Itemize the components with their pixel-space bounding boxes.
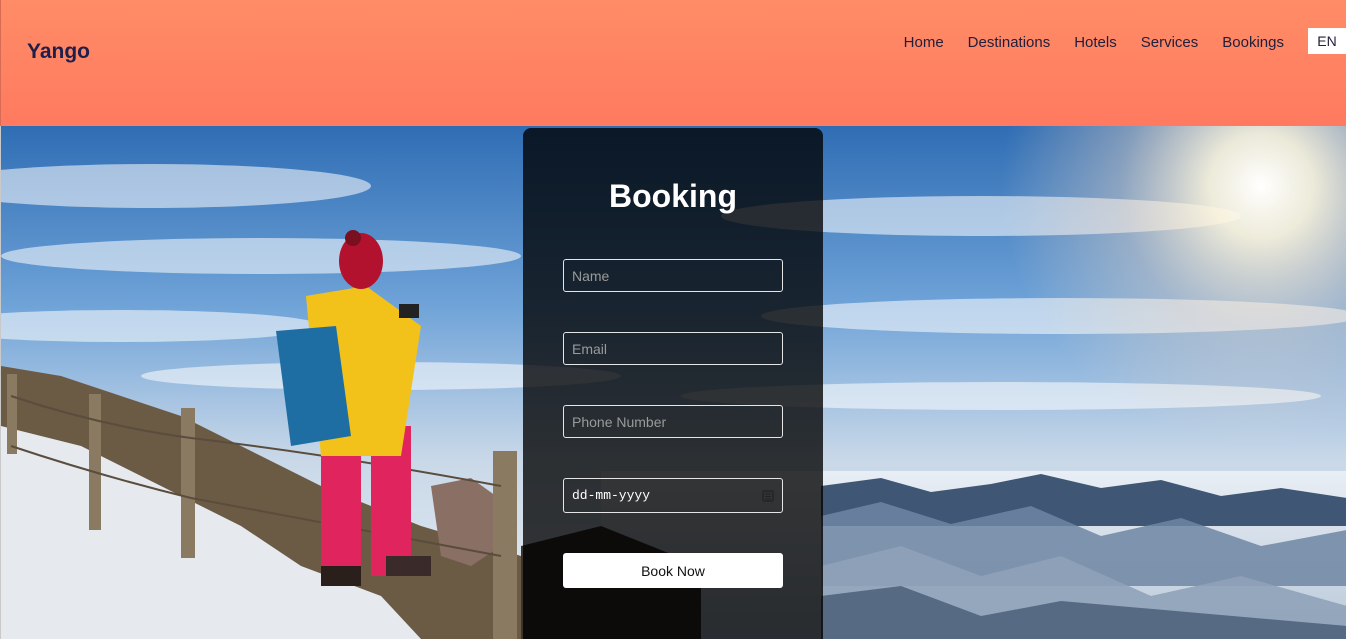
page: Yango Home Destinations Hotels Services …	[0, 0, 1346, 639]
nav-hotels-link[interactable]: Hotels	[1074, 33, 1117, 53]
nav-home-link[interactable]: Home	[904, 33, 944, 53]
email-input[interactable]	[563, 332, 783, 365]
date-placeholder: dd-mm-yyyy	[572, 488, 651, 503]
date-input[interactable]: dd-mm-yyyy	[563, 478, 783, 513]
logo[interactable]: Yango	[27, 40, 90, 64]
main-nav: Home Destinations Hotels Services Bookin…	[904, 28, 1346, 54]
booking-card: Booking dd-mm-yyyy Book Now	[523, 128, 823, 639]
nav-services-link[interactable]: Services	[1141, 33, 1199, 53]
book-now-button[interactable]: Book Now	[563, 553, 783, 588]
calendar-icon[interactable]	[762, 489, 774, 502]
language-selector[interactable]: EN	[1308, 28, 1346, 54]
name-input[interactable]	[563, 259, 783, 292]
site-header: Yango Home Destinations Hotels Services …	[0, 0, 1346, 126]
nav-destinations-link[interactable]: Destinations	[968, 33, 1051, 53]
booking-title: Booking	[609, 178, 737, 214]
nav-bookings-link[interactable]: Bookings	[1222, 33, 1284, 53]
phone-input[interactable]	[563, 405, 783, 438]
